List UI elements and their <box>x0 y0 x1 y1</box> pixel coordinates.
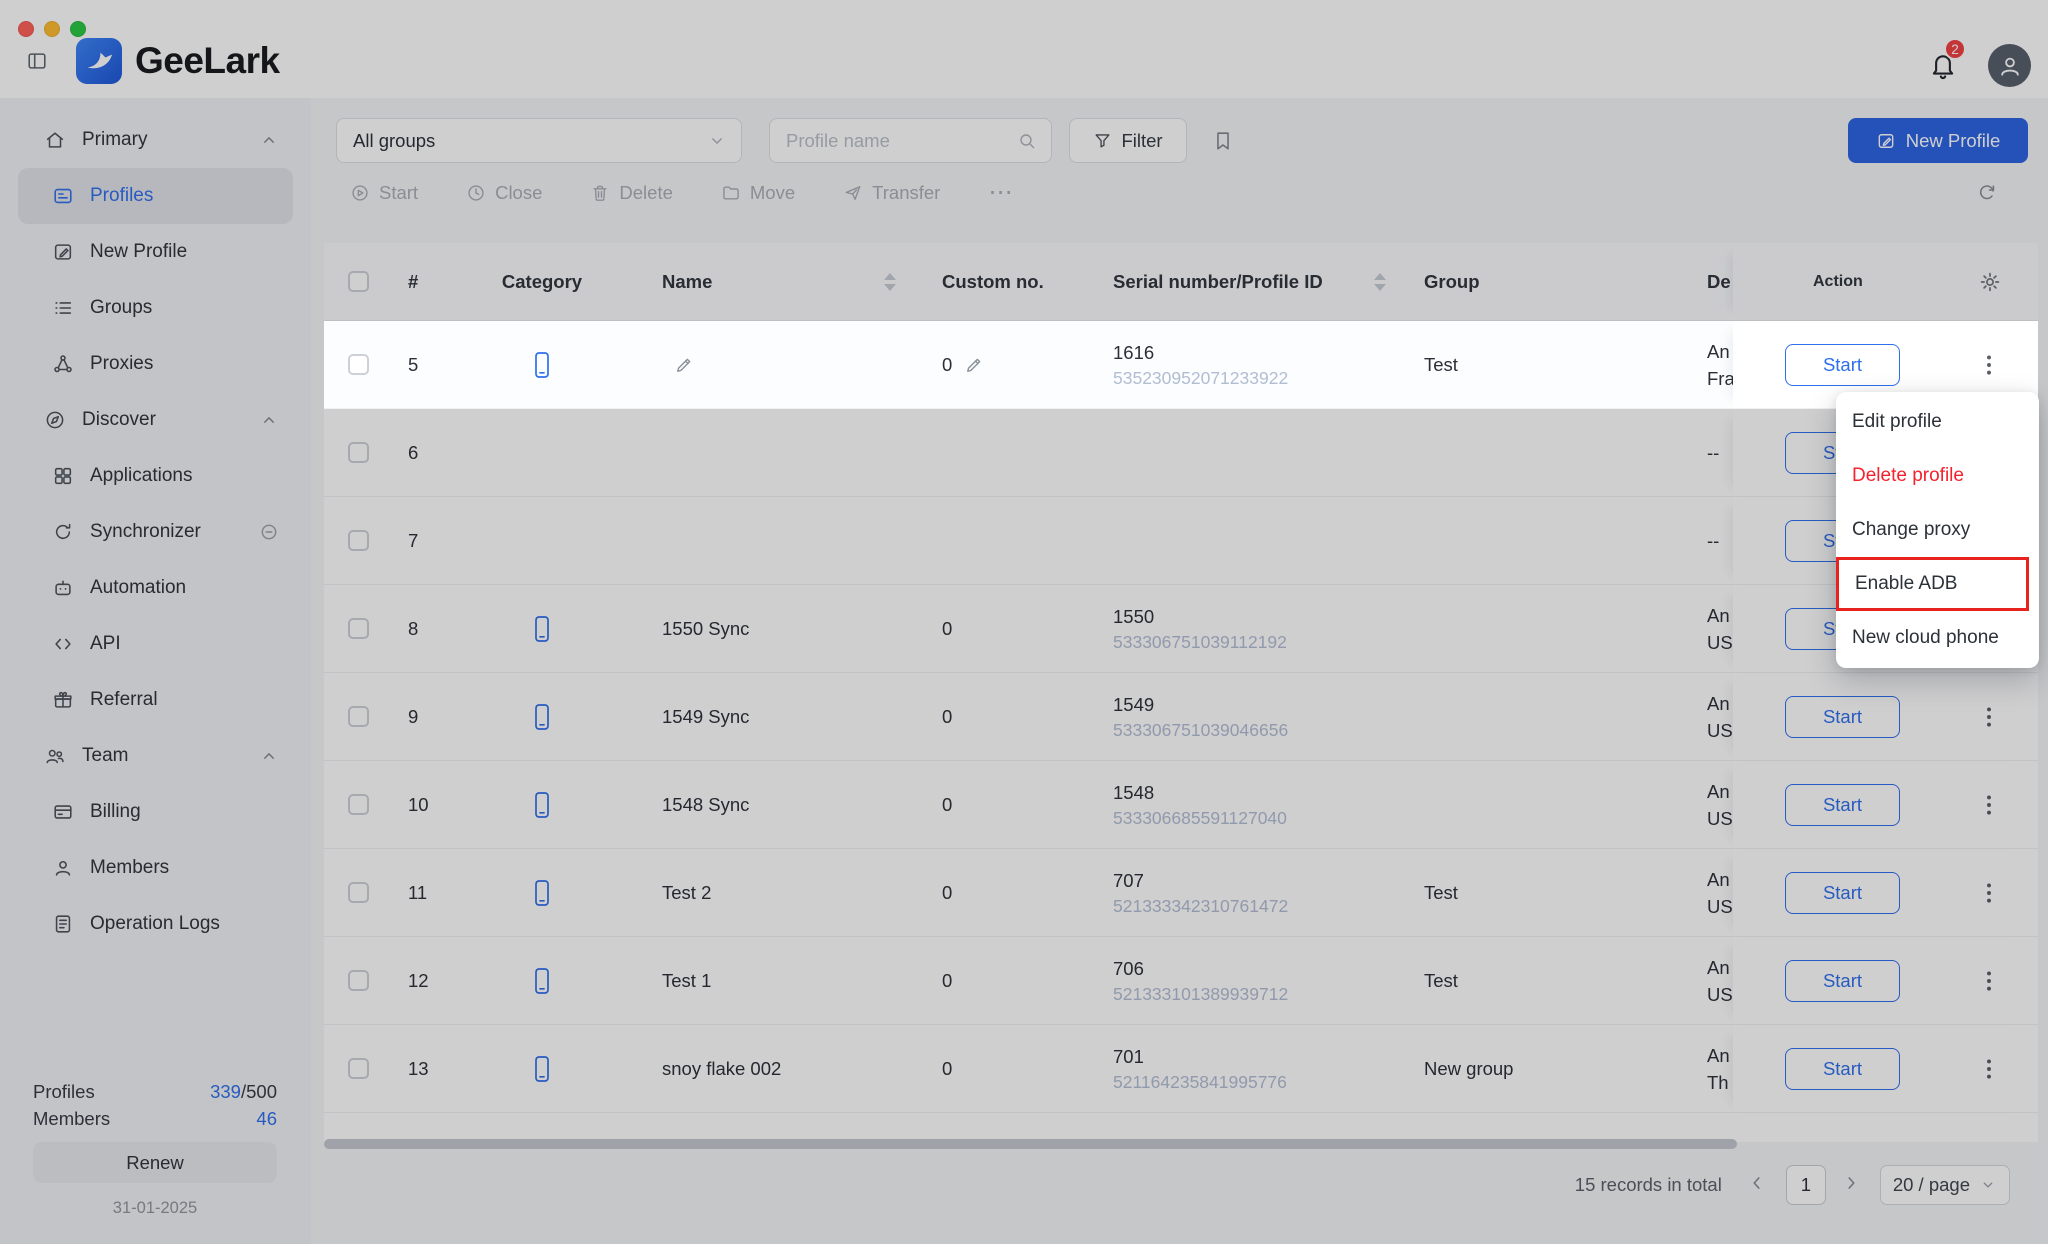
start-button[interactable]: Start <box>1785 344 1900 386</box>
row-checkbox[interactable] <box>348 354 369 375</box>
serial-number: 1616 <box>1113 339 1154 366</box>
edit-custom-no-icon[interactable] <box>964 355 984 375</box>
cell-group: Test <box>1404 354 1685 376</box>
menu-item-change-proxy[interactable]: Change proxy <box>1836 503 2039 557</box>
menu-item-new-cloud-phone[interactable]: New cloud phone <box>1836 611 2039 665</box>
menu-item-edit-profile[interactable]: Edit profile <box>1836 395 2039 449</box>
cell-custom-no: 0 <box>914 354 1084 376</box>
cell-name <box>614 355 914 375</box>
cell-serial: 1616 535230952071233922 <box>1084 339 1404 390</box>
table-row: 5 0 1616 535230952071233922 Test An Fra … <box>324 321 2038 409</box>
kebab-icon <box>1976 352 2002 378</box>
dim-overlay <box>0 0 2048 1244</box>
row-more-button[interactable] <box>1976 352 2002 378</box>
profile-id: 535230952071233922 <box>1113 366 1288 390</box>
menu-item-delete-profile[interactable]: Delete profile <box>1836 449 2039 503</box>
cloud-phone-icon <box>530 350 554 380</box>
row-context-menu: Edit profileDelete profileChange proxyEn… <box>1836 392 2039 668</box>
row-number: 5 <box>392 354 470 376</box>
menu-item-enable-adb[interactable]: Enable ADB <box>1836 557 2029 611</box>
edit-name-icon[interactable] <box>674 355 694 375</box>
